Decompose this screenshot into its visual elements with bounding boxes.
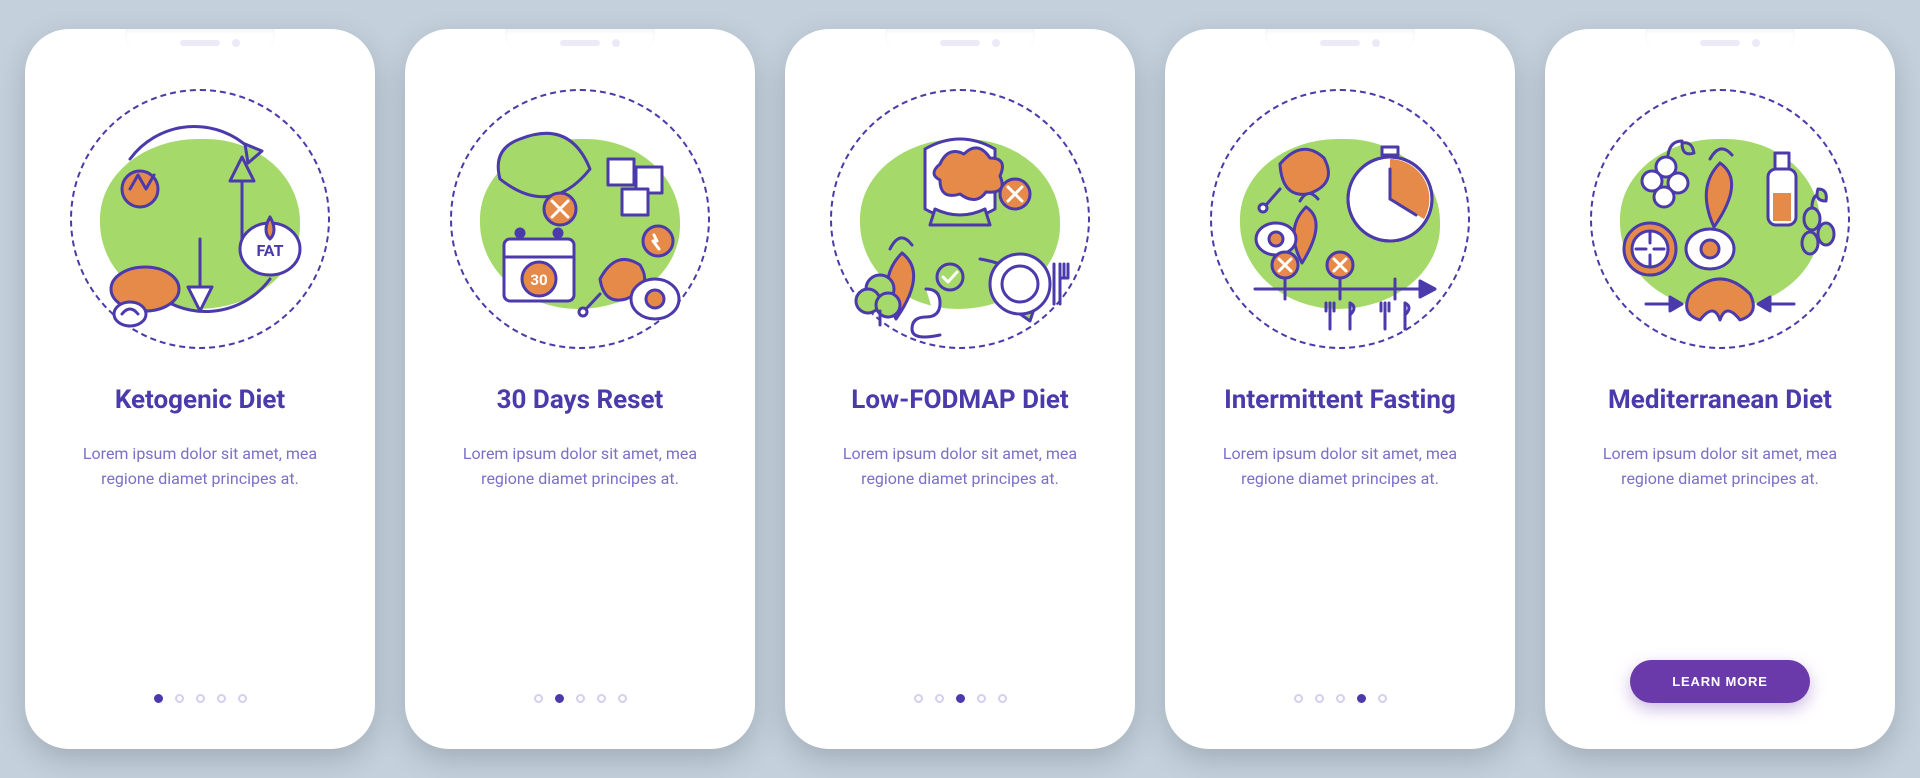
slide-description: Lorem ipsum dolor sit amet, mea regione … <box>60 442 340 492</box>
phone-notch <box>885 29 1035 53</box>
svg-text:30: 30 <box>530 271 547 289</box>
slide-description: Lorem ipsum dolor sit amet, mea regione … <box>440 442 720 492</box>
onboarding-row: FAT Ketogenic Diet Lorem ipsum dolor sit… <box>25 29 1895 749</box>
onboarding-card-reset: 30 30 Days Reset Lorem ipsum dolor sit a… <box>405 29 755 749</box>
page-dot[interactable] <box>534 694 543 703</box>
fodmap-illustration-icon <box>830 89 1090 349</box>
onboarding-card-keto: FAT Ketogenic Diet Lorem ipsum dolor sit… <box>25 29 375 749</box>
page-dot[interactable] <box>998 694 1007 703</box>
page-dot[interactable] <box>1294 694 1303 703</box>
page-dot[interactable] <box>935 694 944 703</box>
slide-description: Lorem ipsum dolor sit amet, mea regione … <box>1200 442 1480 492</box>
page-dot[interactable] <box>238 694 247 703</box>
keto-illustration-icon: FAT <box>70 89 330 349</box>
page-indicator <box>534 694 627 725</box>
page-dot[interactable] <box>175 694 184 703</box>
page-dot[interactable] <box>576 694 585 703</box>
slide-title: Intermittent Fasting <box>1224 385 1456 416</box>
slide-title: Mediterranean Diet <box>1608 385 1832 416</box>
learn-more-button[interactable]: LEARN MORE <box>1630 660 1809 703</box>
onboarding-card-mediterranean: Mediterranean Diet Lorem ipsum dolor sit… <box>1545 29 1895 749</box>
page-dot[interactable] <box>1336 694 1345 703</box>
phone-notch <box>1645 29 1795 53</box>
phone-notch <box>505 29 655 53</box>
fasting-illustration-icon <box>1210 89 1470 349</box>
phone-notch <box>1265 29 1415 53</box>
page-dot[interactable] <box>618 694 627 703</box>
onboarding-card-fodmap: Low-FODMAP Diet Lorem ipsum dolor sit am… <box>785 29 1135 749</box>
slide-title: Ketogenic Diet <box>115 385 285 416</box>
svg-text:FAT: FAT <box>256 241 283 260</box>
slide-description: Lorem ipsum dolor sit amet, mea regione … <box>820 442 1100 492</box>
page-dot[interactable] <box>1315 694 1324 703</box>
page-indicator <box>1294 694 1387 725</box>
onboarding-card-fasting: Intermittent Fasting Lorem ipsum dolor s… <box>1165 29 1515 749</box>
page-indicator <box>154 694 247 725</box>
page-dot[interactable] <box>154 694 163 703</box>
page-dot[interactable] <box>1378 694 1387 703</box>
slide-title: Low-FODMAP Diet <box>851 385 1068 416</box>
page-dot[interactable] <box>977 694 986 703</box>
slide-description: Lorem ipsum dolor sit amet, mea regione … <box>1580 442 1860 492</box>
slide-title: 30 Days Reset <box>497 385 664 416</box>
page-dot[interactable] <box>555 694 564 703</box>
page-dot[interactable] <box>196 694 205 703</box>
page-dot[interactable] <box>1357 694 1366 703</box>
phone-notch <box>125 29 275 53</box>
page-indicator <box>914 694 1007 725</box>
page-dot[interactable] <box>597 694 606 703</box>
mediterranean-illustration-icon <box>1590 89 1850 349</box>
page-dot[interactable] <box>956 694 965 703</box>
page-dot[interactable] <box>217 694 226 703</box>
reset-illustration-icon: 30 <box>450 89 710 349</box>
page-dot[interactable] <box>914 694 923 703</box>
